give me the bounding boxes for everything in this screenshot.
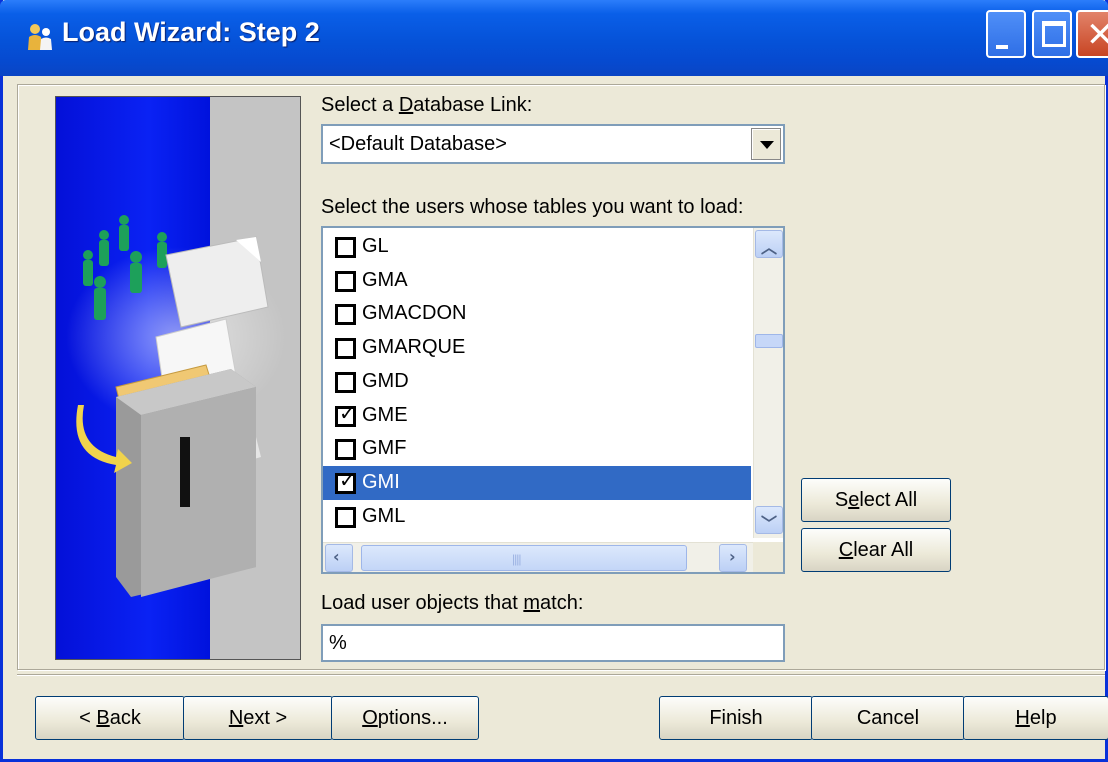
- user-checkbox[interactable]: [335, 439, 356, 461]
- footer-separator: [17, 674, 1105, 676]
- wizard-users-icon: [28, 24, 52, 50]
- user-checkbox[interactable]: ✓: [335, 401, 356, 427]
- database-link-value: <Default Database>: [329, 133, 507, 155]
- cancel-button[interactable]: Cancel: [811, 696, 965, 740]
- list-item[interactable]: GMF: [323, 432, 751, 466]
- database-link-dropdown[interactable]: <Default Database>: [321, 124, 785, 164]
- object-filter-value: %: [329, 632, 347, 654]
- maximize-icon: [1042, 21, 1066, 47]
- list-item[interactable]: GMARQUE: [323, 331, 751, 365]
- list-item[interactable]: GL: [323, 230, 751, 264]
- user-name: GMI: [362, 470, 400, 493]
- help-label: elp: [1029, 707, 1057, 729]
- users-list-label: Select the users whose tables you want t…: [321, 196, 744, 218]
- chevron-down-icon: [760, 141, 774, 149]
- scroll-right-button[interactable]: ›: [719, 544, 747, 572]
- clear-all-button[interactable]: Clear All: [801, 528, 951, 572]
- user-name: GMD: [362, 369, 409, 392]
- chevron-up-icon: ︿: [761, 238, 778, 257]
- horizontal-scrollbar[interactable]: ‹ |||| ›: [323, 542, 753, 572]
- select-all-label: S: [834, 489, 849, 511]
- scroll-left-button[interactable]: ‹: [325, 544, 353, 572]
- close-icon: ✕: [1086, 15, 1108, 55]
- minimize-button[interactable]: [986, 10, 1026, 58]
- select-all-button[interactable]: Select All: [801, 478, 951, 522]
- select-all-label-rest: lect All: [859, 489, 918, 511]
- user-name: GME: [362, 403, 408, 426]
- database-link-label-mnemonic: D: [398, 94, 414, 116]
- back-label-rest: ack: [109, 707, 141, 729]
- wizard-illustration: [55, 96, 301, 660]
- user-checkbox[interactable]: [335, 371, 356, 393]
- back-button[interactable]: < Back: [35, 696, 185, 740]
- select-all-mnemonic: e: [848, 489, 860, 511]
- user-name: GMARQUE: [362, 336, 466, 359]
- file-cabinet-illustration: [66, 215, 286, 597]
- user-checkbox[interactable]: [335, 506, 356, 528]
- maximize-button[interactable]: [1032, 10, 1072, 58]
- list-item[interactable]: GMA: [323, 264, 751, 298]
- next-mnemonic: N: [228, 707, 244, 729]
- checkmark-icon: ✓: [339, 400, 356, 425]
- database-link-label-text: Select a: [321, 94, 399, 116]
- help-button[interactable]: Help: [963, 696, 1108, 740]
- list-item[interactable]: ✓ GME: [323, 399, 751, 433]
- list-item[interactable]: ✓ GMI: [323, 465, 751, 500]
- back-label: <: [79, 707, 97, 729]
- vertical-scrollbar[interactable]: ︿ ﹀: [753, 228, 783, 538]
- scroll-grip-icon: ||||: [512, 552, 522, 566]
- user-checkbox[interactable]: [335, 338, 356, 360]
- checkmark-icon: ✓: [339, 467, 356, 492]
- window-title: Load Wizard: Step 2: [62, 17, 320, 47]
- dropdown-arrow-button[interactable]: [751, 128, 781, 160]
- title-bar[interactable]: Load Wizard: Step 2 ✕: [0, 0, 1108, 76]
- users-listbox[interactable]: GL GMA GMACDON GMARQUE GMD ✓ GME GMF ✓ GMI GML ︿ ﹀…: [321, 226, 785, 574]
- user-name: GMACDON: [362, 302, 467, 325]
- database-link-label: Select a Database Link:: [321, 94, 532, 117]
- scroll-up-button[interactable]: ︿: [755, 230, 783, 258]
- filter-label-rest: atch:: [540, 592, 584, 614]
- user-checkbox[interactable]: [335, 237, 356, 258]
- list-item[interactable]: GMACDON: [323, 297, 751, 331]
- chevron-right-icon: ›: [729, 547, 736, 566]
- user-checkbox[interactable]: ✓: [335, 468, 356, 494]
- object-filter-input[interactable]: %: [321, 624, 785, 662]
- user-name: GL: [362, 235, 389, 257]
- clear-all-mnemonic: C: [838, 539, 854, 561]
- options-label: ptions...: [377, 707, 448, 729]
- options-button[interactable]: Options...: [331, 696, 479, 740]
- list-item[interactable]: GMD: [323, 365, 751, 399]
- help-mnemonic: H: [1015, 707, 1030, 729]
- chevron-down-icon: ﹀: [761, 514, 778, 533]
- filter-label: Load user objects that match:: [321, 592, 583, 615]
- finish-button[interactable]: Finish: [659, 696, 813, 740]
- close-button[interactable]: ✕: [1076, 10, 1108, 58]
- options-mnemonic: O: [362, 707, 378, 729]
- filter-label-mnemonic: m: [523, 592, 541, 614]
- scrollbar-corner: [753, 542, 783, 572]
- back-mnemonic: B: [96, 707, 110, 729]
- horizontal-scroll-thumb[interactable]: ||||: [361, 545, 687, 571]
- user-name: GMF: [362, 437, 407, 460]
- user-name: GMA: [362, 268, 408, 291]
- user-name: GML: [362, 504, 406, 527]
- clear-all-label: lear All: [853, 539, 914, 561]
- vertical-scroll-thumb[interactable]: [755, 334, 783, 348]
- user-checkbox[interactable]: [335, 304, 356, 326]
- load-wizard-window: Load Wizard: Step 2 ✕ Select a Database …: [0, 0, 1108, 762]
- list-item[interactable]: GML: [323, 500, 751, 534]
- user-checkbox[interactable]: [335, 270, 356, 292]
- minimize-icon: [996, 45, 1008, 49]
- database-link-label-rest: atabase Link:: [413, 94, 533, 116]
- next-label: ext >: [243, 707, 288, 729]
- next-button[interactable]: Next >: [183, 696, 333, 740]
- scroll-down-button[interactable]: ﹀: [755, 506, 783, 534]
- chevron-left-icon: ‹: [333, 547, 340, 566]
- filter-label-text: Load user objects that: [321, 592, 524, 614]
